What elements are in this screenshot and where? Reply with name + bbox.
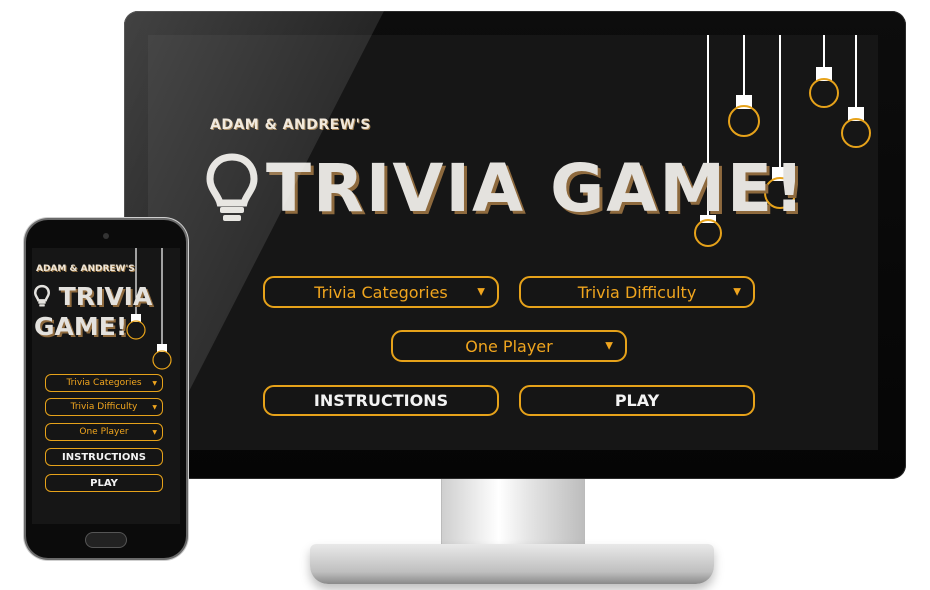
select-label: One Player — [465, 336, 553, 356]
desktop-screen: ADAM & ANDREW'S TRIVIA GAME! Trivia Cate… — [148, 35, 878, 450]
trivia-difficulty-select[interactable]: Trivia Difficulty ▼ — [519, 276, 755, 308]
hanging-bulb-icon — [728, 95, 760, 137]
mobile-phone: ADAM & ANDREW'S TRIVIA GAME! Trivia Cate… — [26, 220, 186, 558]
page-title: TRIVIA GAME! — [206, 153, 806, 225]
chevron-down-icon: ▼ — [152, 428, 157, 436]
players-select[interactable]: One Player ▼ — [391, 330, 627, 362]
game-subtitle: ADAM & ANDREW'S — [36, 264, 135, 274]
select-label: Trivia Difficulty — [577, 282, 697, 302]
play-button[interactable]: PLAY — [45, 474, 163, 492]
mobile-screen: ADAM & ANDREW'S TRIVIA GAME! Trivia Cate… — [32, 248, 180, 524]
page-title: TRIVIA GAME! — [34, 282, 174, 342]
hanging-bulb-icon — [841, 107, 871, 148]
camera-icon — [103, 233, 109, 239]
select-label: One Player — [79, 427, 129, 437]
trivia-difficulty-select[interactable]: Trivia Difficulty ▼ — [45, 398, 163, 416]
chevron-down-icon: ▼ — [152, 379, 157, 387]
instructions-button[interactable]: INSTRUCTIONS — [263, 385, 499, 416]
lightbulb-icon — [206, 153, 258, 225]
hanging-bulb-icon — [809, 67, 839, 108]
select-label: Trivia Categories — [66, 378, 142, 388]
trivia-categories-select[interactable]: Trivia Categories ▼ — [263, 276, 499, 308]
hanging-bulb-icon — [152, 344, 172, 370]
desktop-monitor: ADAM & ANDREW'S TRIVIA GAME! Trivia Cate… — [124, 11, 906, 479]
lightbulb-icon — [34, 284, 50, 308]
chevron-down-icon: ▼ — [733, 286, 741, 298]
players-select[interactable]: One Player ▼ — [45, 423, 163, 441]
trivia-categories-select[interactable]: Trivia Categories ▼ — [45, 374, 163, 392]
select-label: Trivia Difficulty — [70, 402, 138, 412]
select-label: Trivia Categories — [314, 282, 448, 302]
title-text: TRIVIA GAME! — [34, 282, 153, 341]
game-subtitle: ADAM & ANDREW'S — [210, 117, 372, 133]
monitor-stand-base — [310, 544, 714, 584]
monitor-stand-neck — [441, 479, 585, 551]
chevron-down-icon: ▼ — [605, 340, 613, 352]
home-button[interactable] — [86, 533, 126, 547]
chevron-down-icon: ▼ — [152, 403, 157, 411]
title-text: TRIVIA GAME! — [266, 150, 807, 227]
hanging-bulbs-decoration — [694, 35, 871, 247]
chevron-down-icon: ▼ — [477, 286, 485, 298]
play-button[interactable]: PLAY — [519, 385, 755, 416]
instructions-button[interactable]: INSTRUCTIONS — [45, 448, 163, 466]
